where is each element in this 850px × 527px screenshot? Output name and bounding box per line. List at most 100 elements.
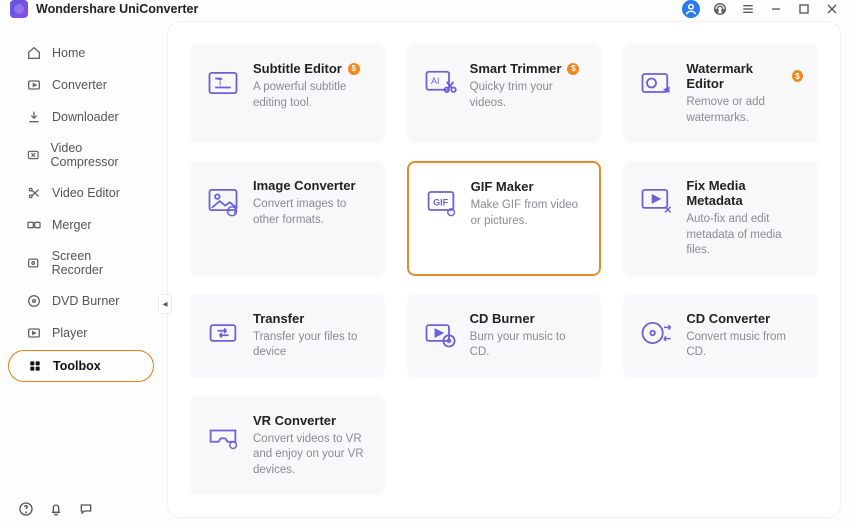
tool-card-watermark-editor[interactable]: Watermark Editor $ Remove or add watermar… — [623, 44, 818, 143]
tool-card-subtitle-editor[interactable]: T Subtitle Editor$ A powerful subtitle e… — [190, 44, 385, 143]
card-desc: Convert music from CD. — [686, 330, 803, 361]
image-icon — [205, 182, 241, 218]
card-desc: Convert videos to VR and enjoy on your V… — [253, 432, 370, 479]
watermark-icon — [638, 65, 674, 101]
card-desc: Quicky trim your videos. — [470, 80, 587, 111]
card-body: CD Converter Convert music from CD. — [686, 311, 803, 361]
card-title: VR Converter — [253, 413, 336, 428]
metadata-icon — [638, 182, 674, 218]
support-icon[interactable] — [712, 1, 728, 17]
tool-card-vr-converter[interactable]: VR Converter Convert videos to VR and en… — [190, 396, 385, 496]
sidebar-item-recorder[interactable]: Screen Recorder — [8, 242, 154, 284]
sidebar-item-dvdburner[interactable]: DVD Burner — [8, 286, 154, 316]
sidebar-item-label: Player — [52, 326, 87, 340]
card-desc: Make GIF from video or pictures. — [471, 198, 586, 229]
gif-icon: GIF — [423, 183, 459, 219]
scissors-icon — [26, 185, 42, 201]
sidebar-collapse-handle[interactable]: ◂ — [158, 294, 172, 314]
compress-icon — [26, 147, 40, 163]
card-title: Watermark Editor — [686, 61, 786, 91]
disc-icon — [26, 293, 42, 309]
sidebar-item-merger[interactable]: Merger — [8, 210, 154, 240]
app-logo — [10, 0, 28, 18]
sidebar-nav: Home Converter Downloader Video Compress… — [0, 36, 164, 491]
card-title: Transfer — [253, 311, 304, 326]
card-title: CD Burner — [470, 311, 535, 326]
card-body: Smart Trimmer $ Quicky trim your videos. — [470, 61, 587, 126]
card-desc: Auto-fix and edit metadata of media file… — [686, 212, 803, 259]
sidebar-item-compressor[interactable]: Video Compressor — [8, 134, 154, 176]
card-desc: Remove or add watermarks. — [686, 95, 803, 126]
card-title: Image Converter — [253, 178, 356, 193]
sidebar-item-home[interactable]: Home — [8, 38, 154, 68]
help-icon[interactable] — [18, 501, 34, 517]
sidebar-item-label: Toolbox — [53, 359, 101, 373]
tool-card-cd-burner[interactable]: CD Burner Burn your music to CD. — [407, 294, 602, 378]
sidebar-item-label: Home — [52, 46, 85, 60]
maximize-icon[interactable] — [796, 1, 812, 17]
tool-card-transfer[interactable]: Transfer Transfer your files to device — [190, 294, 385, 378]
card-body: Watermark Editor $ Remove or add watermar… — [686, 61, 803, 126]
feedback-icon[interactable] — [78, 501, 94, 517]
sidebar: Home Converter Downloader Video Compress… — [0, 18, 164, 527]
card-body: CD Burner Burn your music to CD. — [470, 311, 587, 361]
transfer-icon — [205, 315, 241, 351]
card-body: GIF Maker Make GIF from video or picture… — [471, 179, 586, 258]
sidebar-item-player[interactable]: Player — [8, 318, 154, 348]
card-body: Subtitle Editor$ A powerful subtitle edi… — [253, 61, 370, 126]
card-body: Transfer Transfer your files to device — [253, 311, 370, 361]
card-desc: Burn your music to CD. — [470, 330, 587, 361]
card-desc: A powerful subtitle editing tool. — [253, 80, 370, 111]
titlebar: Wondershare UniConverter — [0, 0, 850, 18]
sidebar-item-label: Downloader — [52, 110, 119, 124]
sidebar-item-converter[interactable]: Converter — [8, 70, 154, 100]
vr-icon — [205, 417, 241, 453]
sidebar-item-label: Merger — [52, 218, 92, 232]
menu-icon[interactable] — [740, 1, 756, 17]
svg-text:GIF: GIF — [433, 198, 449, 208]
card-desc: Convert images to other formats. — [253, 197, 370, 228]
card-title: Fix Media Metadata — [686, 178, 803, 208]
sidebar-item-editor[interactable]: Video Editor — [8, 178, 154, 208]
sidebar-item-toolbox[interactable]: Toolbox — [8, 350, 154, 382]
play-icon — [26, 325, 42, 341]
premium-badge: $ — [792, 70, 803, 82]
svg-text:AI: AI — [431, 76, 440, 86]
bell-icon[interactable] — [48, 501, 64, 517]
svg-text:T: T — [217, 77, 223, 87]
card-body: VR Converter Convert videos to VR and en… — [253, 413, 370, 479]
converter-icon — [26, 77, 42, 93]
sidebar-item-downloader[interactable]: Downloader — [8, 102, 154, 132]
sidebar-item-label: DVD Burner — [52, 294, 119, 308]
sidebar-footer — [0, 491, 164, 527]
tool-card-fix-metadata[interactable]: Fix Media Metadata Auto-fix and edit met… — [623, 161, 818, 276]
subtitle-icon: T — [205, 65, 241, 101]
minimize-icon[interactable] — [768, 1, 784, 17]
tool-card-gif-maker[interactable]: GIF GIF Maker Make GIF from video or pic… — [407, 161, 602, 276]
tools-grid: T Subtitle Editor$ A powerful subtitle e… — [190, 44, 818, 495]
body: Home Converter Downloader Video Compress… — [0, 18, 850, 527]
card-title: CD Converter — [686, 311, 770, 326]
tool-card-smart-trimmer[interactable]: AI Smart Trimmer $ Quicky trim your video… — [407, 44, 602, 143]
account-icon[interactable] — [682, 0, 700, 18]
recorder-icon — [26, 255, 42, 271]
cd-burner-icon — [422, 315, 458, 351]
premium-badge: $ — [567, 63, 579, 75]
sidebar-item-label: Video Editor — [52, 186, 120, 200]
toolbox-icon — [27, 358, 43, 374]
premium-badge: $ — [348, 63, 360, 75]
tool-card-image-converter[interactable]: Image Converter Convert images to other … — [190, 161, 385, 276]
card-title: Smart Trimmer — [470, 61, 562, 76]
titlebar-right — [682, 0, 840, 18]
sidebar-item-label: Video Compressor — [50, 141, 144, 169]
card-body: Fix Media Metadata Auto-fix and edit met… — [686, 178, 803, 259]
home-icon — [26, 45, 42, 61]
close-icon[interactable] — [824, 1, 840, 17]
merger-icon — [26, 217, 42, 233]
download-icon — [26, 109, 42, 125]
main-panel: T Subtitle Editor$ A powerful subtitle e… — [168, 22, 840, 517]
app-title: Wondershare UniConverter — [36, 2, 198, 16]
card-body: Image Converter Convert images to other … — [253, 178, 370, 259]
tool-card-cd-converter[interactable]: CD Converter Convert music from CD. — [623, 294, 818, 378]
titlebar-left: Wondershare UniConverter — [10, 0, 198, 18]
